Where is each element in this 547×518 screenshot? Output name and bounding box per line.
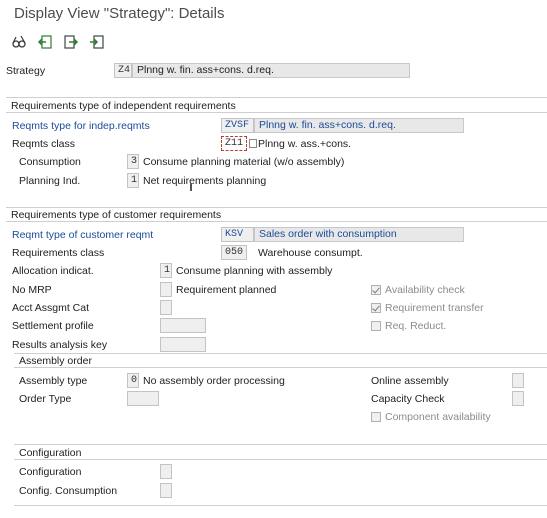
no-mrp-desc: Requirement planned: [176, 284, 277, 296]
strategy-desc-field: Plnng w. fin. ass+cons. d.req.: [132, 63, 410, 78]
forward-arrow-icon[interactable]: [62, 33, 80, 51]
settlement-profile-field[interactable]: [160, 318, 206, 333]
planning-ind-desc: Net requirements planning: [143, 175, 267, 187]
consumption-label: Consumption: [19, 156, 81, 168]
glasses-icon[interactable]: [10, 33, 28, 51]
group-title-customer: Requirements type of customer requiremen…: [11, 209, 222, 221]
page-title: Display View "Strategy": Details: [14, 5, 225, 22]
component-availability-label: Component availability: [385, 411, 491, 423]
configuration-label: Configuration: [19, 466, 82, 478]
reqmt-type-customer-label: Reqmt type of customer reqmt: [12, 229, 154, 241]
group-divider: [6, 221, 547, 222]
reqmts-class-label: Reqmts class: [12, 138, 76, 150]
allocation-code-field[interactable]: 1: [160, 263, 172, 278]
requirements-class-label: Requirements class: [12, 247, 105, 259]
group-divider: [14, 353, 547, 354]
group-title-independent: Requirements type of independent require…: [11, 100, 236, 112]
consumption-code-field[interactable]: 3: [127, 154, 139, 169]
assembly-type-code-field[interactable]: 0: [127, 373, 139, 388]
requirement-transfer-label: Requirement transfer: [385, 302, 484, 314]
reqmts-class-desc: Plnng w. ass.+cons.: [258, 138, 352, 150]
back-arrow-icon[interactable]: [36, 33, 54, 51]
planning-ind-label: Planning Ind.: [19, 175, 81, 187]
export-icon[interactable]: [88, 33, 106, 51]
capacity-check-field[interactable]: [512, 391, 524, 406]
no-mrp-code-field[interactable]: [160, 282, 172, 297]
reqmts-type-code-field[interactable]: ZVSF: [221, 118, 254, 133]
acct-assgmt-field[interactable]: [160, 300, 172, 315]
planning-ind-code-field[interactable]: 1: [127, 173, 139, 188]
no-mrp-label: No MRP: [12, 284, 52, 296]
group-divider: [6, 207, 547, 208]
req-reduct-checkbox[interactable]: [371, 321, 381, 331]
value-help-button[interactable]: [249, 139, 257, 148]
results-analysis-label: Results analysis key: [12, 339, 108, 351]
requirements-class-desc: Warehouse consumpt.: [258, 247, 363, 259]
reqmts-type-label: Reqmts type for indep.reqmts: [12, 120, 150, 132]
online-assembly-field[interactable]: [512, 373, 524, 388]
allocation-label: Allocation indicat.: [12, 265, 94, 277]
group-title-assembly: Assembly order: [19, 355, 92, 367]
allocation-desc: Consume planning with assembly: [176, 265, 333, 277]
config-consumption-label: Config. Consumption: [19, 485, 118, 497]
group-title-configuration: Configuration: [19, 447, 82, 459]
assembly-type-desc: No assembly order processing: [143, 375, 285, 387]
req-reduct-label: Req. Reduct.: [385, 320, 447, 332]
group-divider: [14, 459, 547, 460]
text-cursor-icon: [190, 183, 192, 191]
reqmt-type-customer-desc-field: Sales order with consumption: [254, 227, 464, 242]
strategy-label: Strategy: [6, 65, 46, 77]
consumption-desc: Consume planning material (w/o assembly): [143, 156, 345, 168]
reqmts-class-code-field[interactable]: Z11: [221, 136, 247, 151]
online-assembly-label: Online assembly: [371, 375, 449, 387]
requirement-transfer-checkbox[interactable]: [371, 303, 381, 313]
configuration-field[interactable]: [160, 464, 172, 479]
group-divider: [14, 367, 547, 368]
strategy-code-field[interactable]: Z4: [114, 63, 132, 78]
order-type-field[interactable]: [127, 391, 159, 406]
reqmt-type-customer-code-field[interactable]: KSV: [221, 227, 254, 242]
component-availability-checkbox[interactable]: [371, 412, 381, 422]
group-divider: [14, 505, 547, 506]
requirements-class-code-field[interactable]: 050: [221, 245, 247, 260]
group-divider: [14, 444, 547, 445]
assembly-type-label: Assembly type: [19, 375, 88, 387]
reqmts-type-desc-field: Plnng w. fin. ass+cons. d.req.: [254, 118, 464, 133]
config-consumption-field[interactable]: [160, 483, 172, 498]
capacity-check-label: Capacity Check: [371, 393, 445, 405]
group-divider: [6, 112, 547, 113]
availability-check-checkbox[interactable]: [371, 285, 381, 295]
order-type-label: Order Type: [19, 393, 72, 405]
availability-check-label: Availability check: [385, 284, 465, 296]
acct-assgmt-label: Acct Assgmt Cat: [12, 302, 90, 314]
group-divider: [6, 97, 547, 98]
results-analysis-field[interactable]: [160, 337, 206, 352]
settlement-profile-label: Settlement profile: [12, 320, 94, 332]
